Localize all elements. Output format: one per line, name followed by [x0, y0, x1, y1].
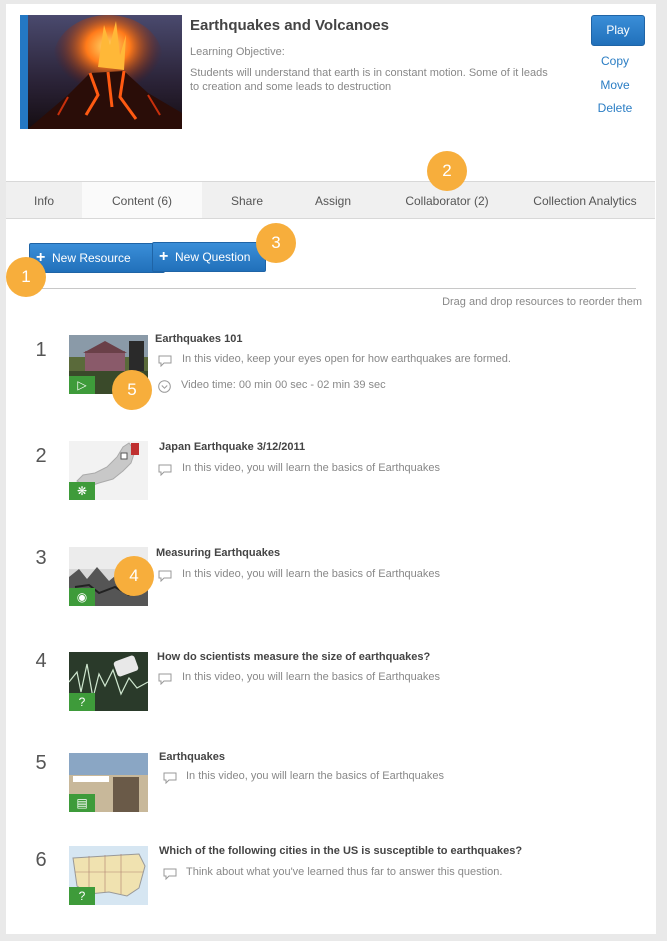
- resource-description: In this video, keep your eyes open for h…: [182, 353, 511, 365]
- resource-description: In this video, you will learn the basics…: [182, 671, 441, 683]
- video-icon: ▷: [69, 376, 95, 394]
- resource-description: Think about what you've learned thus far…: [186, 866, 503, 878]
- collection-panel: Earthquakes and Volcanoes Learning Objec…: [6, 4, 656, 934]
- collection-thumbnail: [20, 15, 182, 129]
- collection-accent-bar: [20, 15, 28, 129]
- resource-description: In this video, you will learn the basics…: [182, 462, 441, 474]
- resource-number: 2: [35, 445, 47, 467]
- new-question-label: New Question: [175, 250, 251, 264]
- tab-content[interactable]: Content (6): [82, 182, 202, 218]
- new-resource-label: New Resource: [52, 251, 131, 265]
- comment-icon: [158, 355, 172, 367]
- resource-thumbnail[interactable]: ?: [69, 846, 148, 905]
- resource-number: 5: [35, 752, 47, 774]
- text-icon: ▤: [69, 794, 95, 812]
- learning-objective-text: Students will understand that earth is i…: [190, 67, 548, 93]
- comment-icon: [158, 570, 172, 582]
- tab-bar: Info Content (6) Share Assign Collaborat…: [6, 181, 655, 219]
- move-link[interactable]: Move: [580, 78, 650, 92]
- comment-icon: [163, 772, 177, 784]
- resource-title[interactable]: Japan Earthquake 3/12/2011: [159, 441, 305, 453]
- tab-assign[interactable]: Assign: [292, 182, 374, 218]
- resource-title[interactable]: Earthquakes: [159, 751, 225, 763]
- delete-link[interactable]: Delete: [580, 101, 650, 115]
- collection-title: Earthquakes and Volcanoes: [190, 17, 389, 34]
- resource-title[interactable]: Earthquakes 101: [155, 333, 242, 345]
- resource-title[interactable]: How do scientists measure the size of ea…: [157, 651, 430, 663]
- resource-thumbnail[interactable]: ?: [69, 652, 148, 711]
- volcano-image: [28, 15, 182, 129]
- tab-share[interactable]: Share: [206, 182, 288, 218]
- callout-badge: 5: [112, 370, 152, 410]
- comment-icon: [163, 868, 177, 880]
- divider: [28, 288, 636, 289]
- tab-info[interactable]: Info: [6, 182, 82, 218]
- new-resource-button[interactable]: + New Resource: [29, 243, 165, 273]
- resource-description: In this video, you will learn the basics…: [182, 568, 441, 580]
- resource-number: 4: [35, 650, 47, 672]
- new-question-button[interactable]: + New Question: [152, 242, 266, 272]
- chevron-down-circle-icon[interactable]: [158, 380, 171, 393]
- resource-thumbnail[interactable]: ▤: [69, 753, 148, 812]
- play-button[interactable]: Play: [591, 15, 645, 46]
- resource-number: 3: [35, 547, 47, 569]
- comment-icon: [158, 673, 172, 685]
- resource-title[interactable]: Measuring Earthquakes: [156, 547, 280, 559]
- resource-description: In this video, you will learn the basics…: [186, 770, 445, 782]
- callout-badge: 4: [114, 556, 154, 596]
- resource-thumbnail[interactable]: ❋: [69, 441, 148, 500]
- drag-drop-hint: Drag and drop resources to reorder them: [442, 296, 642, 308]
- question-icon: ?: [69, 887, 95, 905]
- resource-title[interactable]: Which of the following cities in the US …: [159, 845, 522, 857]
- learning-objective-label: Learning Objective:: [190, 46, 285, 58]
- webpage-icon: ◉: [69, 588, 95, 606]
- callout-badge: 3: [256, 223, 296, 263]
- interactive-icon: ❋: [69, 482, 95, 500]
- tab-collection-analytics[interactable]: Collection Analytics: [522, 182, 648, 218]
- plus-icon: +: [159, 248, 169, 265]
- callout-badge: 1: [6, 257, 46, 297]
- resource-number: 1: [35, 339, 47, 361]
- resource-number: 6: [35, 849, 47, 871]
- callout-badge: 2: [427, 151, 467, 191]
- question-icon: ?: [69, 693, 95, 711]
- video-time: Video time: 00 min 00 sec - 02 min 39 se…: [181, 379, 386, 391]
- comment-icon: [158, 464, 172, 476]
- copy-link[interactable]: Copy: [580, 54, 650, 68]
